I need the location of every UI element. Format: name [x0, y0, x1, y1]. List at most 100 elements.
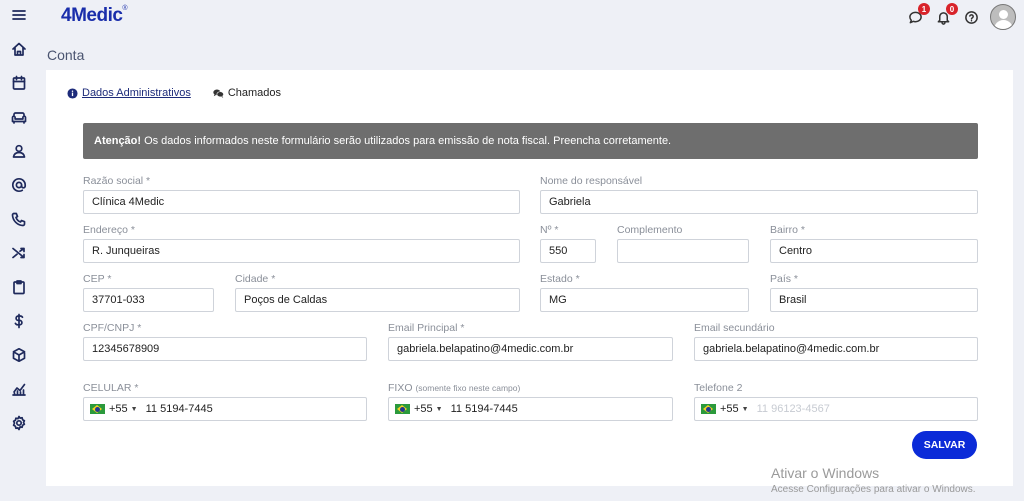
cep-input[interactable]: 37701-033 — [83, 288, 214, 312]
telefone2-label: Telefone 2 — [694, 382, 743, 394]
notifications-button[interactable]: 0 — [934, 3, 958, 26]
avatar[interactable] — [990, 4, 1016, 30]
analytics-icon[interactable] — [10, 380, 28, 398]
brazil-flag-icon[interactable] — [701, 404, 716, 414]
numero-field: Nº * 550 — [540, 224, 596, 263]
chevron-down-icon[interactable]: ▼ — [436, 406, 443, 413]
fixo-input[interactable]: +55 ▼ 11 5194-7445 — [388, 397, 673, 421]
complemento-field: Complemento — [617, 224, 749, 263]
cidade-field: Cidade * Poços de Caldas — [235, 273, 520, 312]
bairro-input[interactable]: Centro — [770, 239, 978, 263]
menu-icon[interactable] — [10, 6, 28, 24]
estado-label: Estado * — [540, 273, 580, 285]
home-icon[interactable] — [10, 40, 28, 58]
tab-dados-administrativos[interactable]: Dados Administrativos — [67, 87, 191, 99]
telefone2-input[interactable]: +55 ▼ 11 96123-4567 — [694, 397, 978, 421]
brand-logo[interactable]: 4Medic® — [61, 5, 128, 27]
cidade-input[interactable]: Poços de Caldas — [235, 288, 520, 312]
notifications-badge: 0 — [946, 3, 958, 15]
chat-bubbles-icon — [213, 88, 224, 98]
responsavel-input[interactable]: Gabriela — [540, 190, 978, 214]
at-sign-icon[interactable] — [10, 176, 28, 194]
responsavel-field: Nome do responsável Gabriela — [540, 175, 978, 214]
email-secundario-input[interactable]: gabriela.belapatino@4medic.com.br — [694, 337, 978, 361]
fixo-label: FIXO (somente fixo neste campo) — [388, 382, 673, 394]
numero-label: Nº * — [540, 224, 559, 236]
brazil-flag-icon[interactable] — [395, 404, 410, 414]
brazil-flag-icon[interactable] — [90, 404, 105, 414]
chevron-down-icon[interactable]: ▼ — [131, 406, 138, 413]
info-circle-icon — [67, 87, 78, 99]
endereco-label: Endereço * — [83, 224, 135, 236]
pais-label: País * — [770, 273, 799, 285]
numero-input[interactable]: 550 — [540, 239, 596, 263]
estado-field: Estado * MG — [540, 273, 749, 312]
email-secundario-label: Email secundário — [694, 322, 775, 334]
fixo-label-note: (somente fixo neste campo) — [415, 383, 521, 393]
account-card: Dados Administrativos Chamados Atenção! … — [46, 70, 1013, 486]
page-title: Conta — [47, 47, 85, 63]
bairro-field: Bairro * Centro — [770, 224, 978, 263]
avatar-head — [999, 10, 1008, 19]
email-principal-label: Email Principal * — [388, 322, 465, 334]
fixo-value: 11 5194-7445 — [450, 403, 518, 415]
email-principal-field: Email Principal * gabriela.belapatino@4m… — [388, 322, 673, 361]
responsavel-label: Nome do responsável — [540, 175, 643, 187]
cep-field: CEP * 37701-033 — [83, 273, 214, 312]
endereco-input[interactable]: R. Junqueiras — [83, 239, 520, 263]
bairro-label: Bairro * — [770, 224, 806, 236]
country-code[interactable]: +55 — [720, 403, 739, 415]
help-button[interactable] — [962, 8, 980, 26]
user-icon[interactable] — [10, 142, 28, 160]
alert-strong: Atenção! — [94, 135, 142, 147]
estado-select[interactable]: MG — [540, 288, 749, 312]
razao-social-label: Razão social * — [83, 175, 151, 187]
tabs: Dados Administrativos Chamados — [67, 87, 281, 99]
cidade-label: Cidade * — [235, 273, 276, 285]
alert-text: Os dados informados neste formulário ser… — [144, 135, 672, 147]
phone-icon[interactable] — [10, 210, 28, 228]
fixo-field: FIXO (somente fixo neste campo) +55 ▼ 11… — [388, 382, 673, 421]
watermark-subtitle: Acesse Configurações para ativar o Windo… — [771, 484, 976, 495]
cep-label: CEP * — [83, 273, 112, 285]
dollar-icon[interactable] — [10, 312, 28, 330]
email-secundario-field: Email secundário gabriela.belapatino@4me… — [694, 322, 978, 361]
gear-icon[interactable] — [10, 414, 28, 432]
pais-select[interactable]: Brasil — [770, 288, 978, 312]
box-icon[interactable] — [10, 346, 28, 364]
celular-input[interactable]: +55 ▼ 11 5194-7445 — [83, 397, 367, 421]
shuffle-icon[interactable] — [10, 244, 28, 262]
celular-value: 11 5194-7445 — [145, 403, 213, 415]
logo-registered-mark: ® — [122, 5, 128, 12]
celular-label: CELULAR * — [83, 382, 139, 394]
celular-field: CELULAR * +55 ▼ 11 5194-7445 — [83, 382, 367, 421]
logo-text: 4Medic — [61, 5, 123, 26]
razao-social-input[interactable]: Clínica 4Medic — [83, 190, 520, 214]
complemento-label: Complemento — [617, 224, 683, 236]
cpf-cnpj-input[interactable]: 12345678909 — [83, 337, 367, 361]
tab-label: Dados Administrativos — [82, 87, 191, 99]
save-button[interactable]: SALVAR — [912, 431, 977, 459]
country-code[interactable]: +55 — [414, 403, 433, 415]
messages-badge: 1 — [918, 3, 930, 15]
cpf-cnpj-field: CPF/CNPJ * 12345678909 — [83, 322, 367, 361]
avatar-body — [994, 20, 1013, 29]
country-code[interactable]: +55 — [109, 403, 128, 415]
calendar-icon[interactable] — [10, 74, 28, 92]
chevron-down-icon[interactable]: ▼ — [742, 406, 749, 413]
header-actions: 1 0 — [906, 3, 1016, 30]
pais-field: País * Brasil — [770, 273, 978, 312]
sidebar — [0, 0, 38, 501]
telefone2-field: Telefone 2 +55 ▼ 11 96123-4567 — [694, 382, 978, 421]
messages-button[interactable]: 1 — [906, 3, 930, 26]
couch-icon[interactable] — [10, 108, 28, 126]
email-principal-input[interactable]: gabriela.belapatino@4medic.com.br — [388, 337, 673, 361]
cpf-cnpj-label: CPF/CNPJ * — [83, 322, 142, 334]
windows-activation-watermark: Ativar o Windows Acesse Configurações pa… — [771, 465, 976, 495]
complemento-input[interactable] — [617, 239, 749, 263]
clipboard-icon[interactable] — [10, 278, 28, 296]
tab-chamados[interactable]: Chamados — [213, 87, 281, 99]
razao-social-field: Razão social * Clínica 4Medic — [83, 175, 520, 214]
fixo-label-text: FIXO — [388, 382, 413, 394]
telefone2-placeholder: 11 96123-4567 — [756, 403, 830, 415]
